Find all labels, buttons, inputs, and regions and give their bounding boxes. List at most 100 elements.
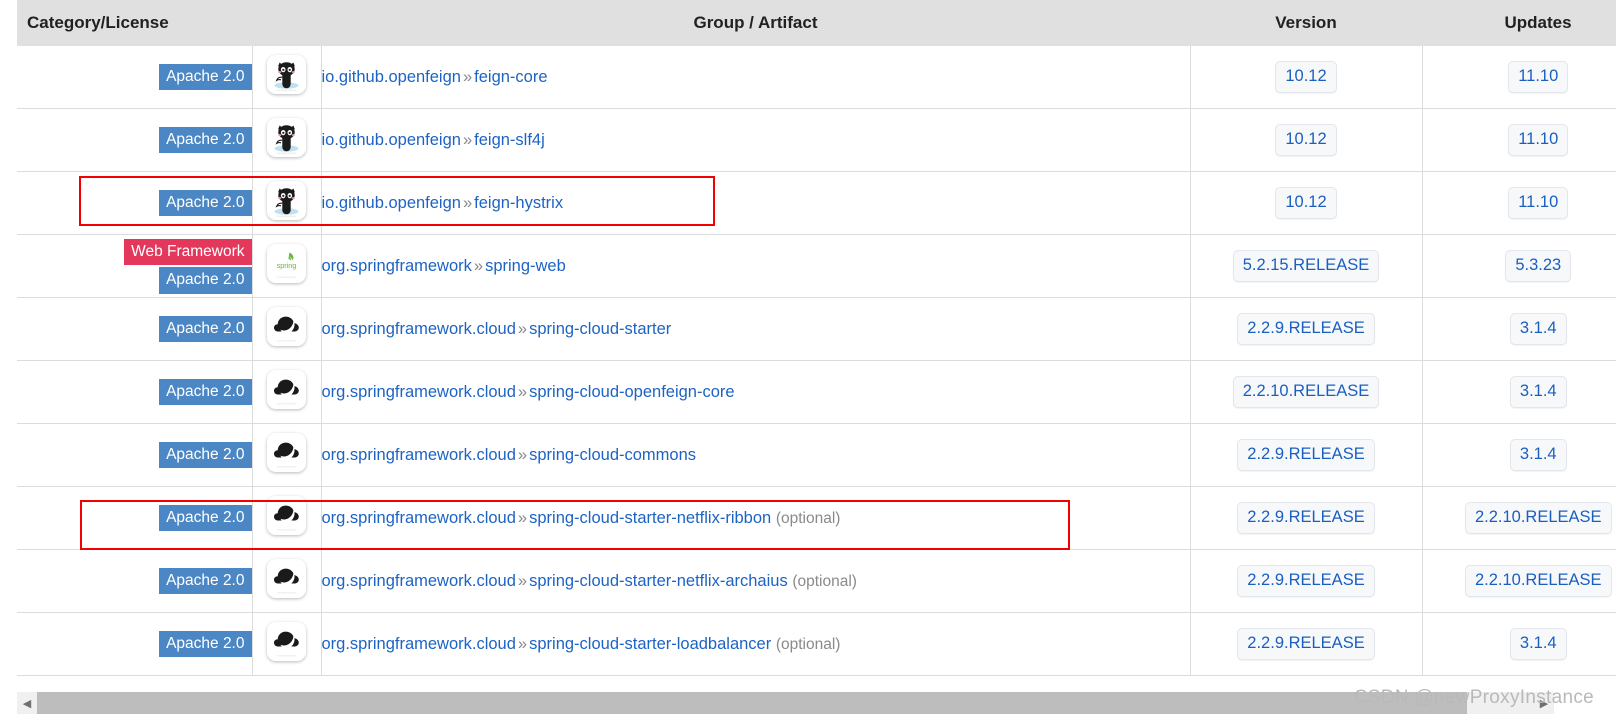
update-badge[interactable]: 3.1.4 bbox=[1509, 628, 1567, 660]
group-link[interactable]: org.springframework.cloud bbox=[322, 572, 516, 590]
version-badge[interactable]: 2.2.9.RELEASE bbox=[1237, 313, 1375, 345]
cell-updates: 3.1.4 bbox=[1422, 612, 1616, 676]
artifact-link[interactable]: spring-cloud-starter bbox=[529, 320, 671, 338]
update-badge[interactable]: 2.2.10.RELEASE bbox=[1464, 565, 1612, 597]
table-row: Apache 2.0 mvnrepository org.springframewo… bbox=[17, 486, 1616, 550]
svg-text:mvnrepository: mvnrepository bbox=[277, 88, 297, 92]
group-artifact-separator: » bbox=[517, 571, 528, 590]
group-link[interactable]: org.springframework.cloud bbox=[322, 635, 516, 653]
table-row: Apache 2.0 mvnrepository org.springframewo… bbox=[17, 423, 1616, 487]
group-artifact-separator: » bbox=[462, 67, 473, 86]
cell-version: 2.2.9.RELEASE bbox=[1190, 486, 1423, 550]
cell-category-license: Apache 2.0 bbox=[17, 612, 252, 676]
artifact-link[interactable]: feign-core bbox=[474, 68, 547, 86]
badge-stack: Apache 2.0 bbox=[17, 441, 252, 469]
table-row: Apache 2.0 mvnrepository org.springframewo… bbox=[17, 297, 1616, 361]
license-badge[interactable]: Apache 2.0 bbox=[159, 378, 252, 406]
artifact-link[interactable]: spring-cloud-commons bbox=[529, 446, 696, 464]
version-badge[interactable]: 2.2.9.RELEASE bbox=[1237, 565, 1375, 597]
column-header-category-license[interactable]: Category/License bbox=[17, 0, 252, 46]
cell-version: 10.12 bbox=[1190, 108, 1423, 172]
license-badge[interactable]: Apache 2.0 bbox=[159, 567, 252, 595]
group-link[interactable]: org.springframework.cloud bbox=[322, 446, 516, 464]
version-badge[interactable]: 10.12 bbox=[1275, 61, 1337, 93]
horizontal-scrollbar[interactable]: ◀ ▶ bbox=[17, 692, 1554, 714]
cell-version: 2.2.9.RELEASE bbox=[1190, 423, 1423, 487]
group-artifact-separator: » bbox=[517, 634, 528, 653]
table-row: Web Framework Apache 2.0 spring mvnreposito… bbox=[17, 234, 1616, 298]
artifact-link[interactable]: spring-cloud-starter-loadbalancer bbox=[529, 635, 771, 653]
category-badge[interactable]: Web Framework bbox=[124, 238, 252, 265]
group-link[interactable]: org.springframework.cloud bbox=[322, 383, 516, 401]
artifact-link[interactable]: spring-web bbox=[485, 257, 566, 275]
cell-group-artifact: io.github.openfeign» feign-slf4j bbox=[321, 108, 1191, 172]
group-link[interactable]: org.springframework bbox=[322, 257, 472, 275]
group-link[interactable]: org.springframework.cloud bbox=[322, 320, 516, 338]
badge-stack: Apache 2.0 bbox=[17, 63, 252, 91]
cell-category-license: Apache 2.0 bbox=[17, 108, 252, 172]
spring-cloud-icon: mvnrepository bbox=[267, 307, 306, 346]
badge-stack: Apache 2.0 bbox=[17, 567, 252, 595]
scroll-left-arrow-icon[interactable]: ◀ bbox=[17, 692, 37, 714]
version-badge[interactable]: 2.2.9.RELEASE bbox=[1237, 628, 1375, 660]
cell-icon: mvnrepository bbox=[251, 360, 322, 424]
license-badge[interactable]: Apache 2.0 bbox=[159, 315, 252, 343]
svg-text:mvnrepository: mvnrepository bbox=[277, 527, 297, 531]
license-badge[interactable]: Apache 2.0 bbox=[159, 441, 252, 469]
dependency-table-page: Category/License Group / Artifact Versio… bbox=[0, 0, 1616, 723]
update-badge[interactable]: 3.1.4 bbox=[1509, 376, 1567, 408]
version-badge[interactable]: 10.12 bbox=[1275, 187, 1337, 219]
update-badge[interactable]: 11.10 bbox=[1508, 124, 1569, 156]
group-artifact-separator: » bbox=[462, 130, 473, 149]
version-badge[interactable]: 2.2.9.RELEASE bbox=[1237, 439, 1375, 471]
update-badge[interactable]: 11.10 bbox=[1508, 187, 1569, 219]
optional-label: (optional) bbox=[792, 572, 857, 590]
dependency-table: Category/License Group / Artifact Versio… bbox=[17, 0, 1616, 676]
cell-updates: 2.2.10.RELEASE bbox=[1422, 549, 1616, 613]
version-badge[interactable]: 2.2.10.RELEASE bbox=[1232, 376, 1380, 408]
artifact-link[interactable]: spring-cloud-starter-netflix-ribbon bbox=[529, 509, 771, 527]
cell-updates: 3.1.4 bbox=[1422, 423, 1616, 487]
cell-category-license: Apache 2.0 bbox=[17, 549, 252, 613]
license-badge[interactable]: Apache 2.0 bbox=[159, 189, 252, 217]
svg-text:mvnrepository: mvnrepository bbox=[277, 464, 297, 468]
cell-version: 10.12 bbox=[1190, 46, 1423, 109]
group-artifact-separator: » bbox=[517, 382, 528, 401]
scrollbar-thumb[interactable] bbox=[37, 692, 1467, 714]
update-badge[interactable]: 3.1.4 bbox=[1509, 313, 1567, 345]
group-artifact-separator: » bbox=[462, 193, 473, 212]
update-badge[interactable]: 11.10 bbox=[1508, 61, 1569, 93]
update-badge[interactable]: 3.1.4 bbox=[1509, 439, 1567, 471]
artifact-link[interactable]: feign-slf4j bbox=[474, 131, 545, 149]
scrollbar-track[interactable] bbox=[37, 692, 1534, 714]
cell-group-artifact: org.springframework.cloud» spring-cloud-s… bbox=[321, 549, 1191, 613]
group-link[interactable]: io.github.openfeign bbox=[322, 68, 461, 86]
badge-stack: Apache 2.0 bbox=[17, 315, 252, 343]
group-link[interactable]: io.github.openfeign bbox=[322, 131, 461, 149]
version-badge[interactable]: 10.12 bbox=[1275, 124, 1337, 156]
version-badge[interactable]: 5.2.15.RELEASE bbox=[1232, 250, 1380, 282]
license-badge[interactable]: Apache 2.0 bbox=[159, 630, 252, 658]
column-header-version[interactable]: Version bbox=[1190, 0, 1422, 46]
artifact-link[interactable]: spring-cloud-openfeign-core bbox=[529, 383, 734, 401]
group-link[interactable]: io.github.openfeign bbox=[322, 194, 461, 212]
update-badge[interactable]: 2.2.10.RELEASE bbox=[1464, 502, 1612, 534]
github-octocat-icon: mvnrepository bbox=[267, 118, 306, 157]
cell-icon: mvnrepository bbox=[251, 297, 322, 361]
cell-updates: 11.10 bbox=[1422, 46, 1616, 109]
artifact-link[interactable]: spring-cloud-starter-netflix-archaius bbox=[529, 572, 788, 590]
table-row: Apache 2.0 mvnrepository org.springframewo… bbox=[17, 360, 1616, 424]
group-link[interactable]: org.springframework.cloud bbox=[322, 509, 516, 527]
license-badge[interactable]: Apache 2.0 bbox=[159, 267, 252, 294]
badge-stack: Apache 2.0 bbox=[17, 630, 252, 658]
column-header-group-artifact[interactable]: Group / Artifact bbox=[321, 0, 1190, 46]
license-badge[interactable]: Apache 2.0 bbox=[159, 63, 252, 91]
cell-category-license: Web Framework Apache 2.0 bbox=[17, 234, 252, 298]
version-badge[interactable]: 2.2.9.RELEASE bbox=[1237, 502, 1375, 534]
update-badge[interactable]: 5.3.23 bbox=[1505, 250, 1572, 282]
column-header-updates[interactable]: Updates bbox=[1422, 0, 1616, 46]
license-badge[interactable]: Apache 2.0 bbox=[159, 126, 252, 154]
cell-updates: 11.10 bbox=[1422, 108, 1616, 172]
artifact-link[interactable]: feign-hystrix bbox=[474, 194, 563, 212]
license-badge[interactable]: Apache 2.0 bbox=[159, 504, 252, 532]
